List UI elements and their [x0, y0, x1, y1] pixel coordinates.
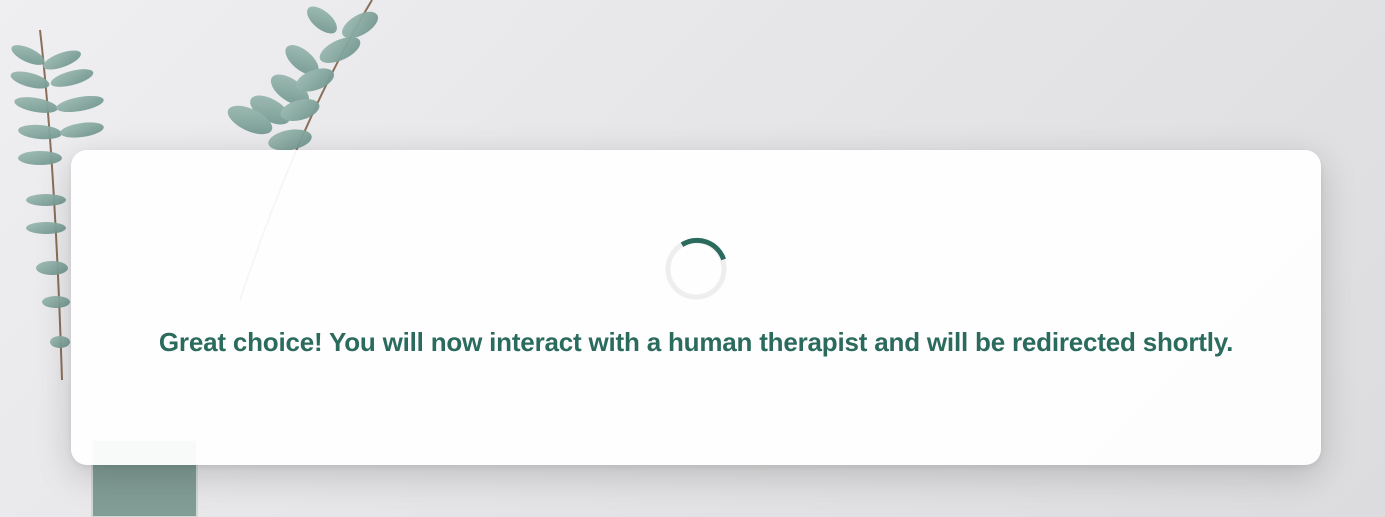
loading-spinner-icon — [665, 237, 727, 300]
redirect-message: Great choice! You will now interact with… — [158, 327, 1234, 357]
loading-card: Great choice! You will now interact with… — [71, 150, 1321, 465]
